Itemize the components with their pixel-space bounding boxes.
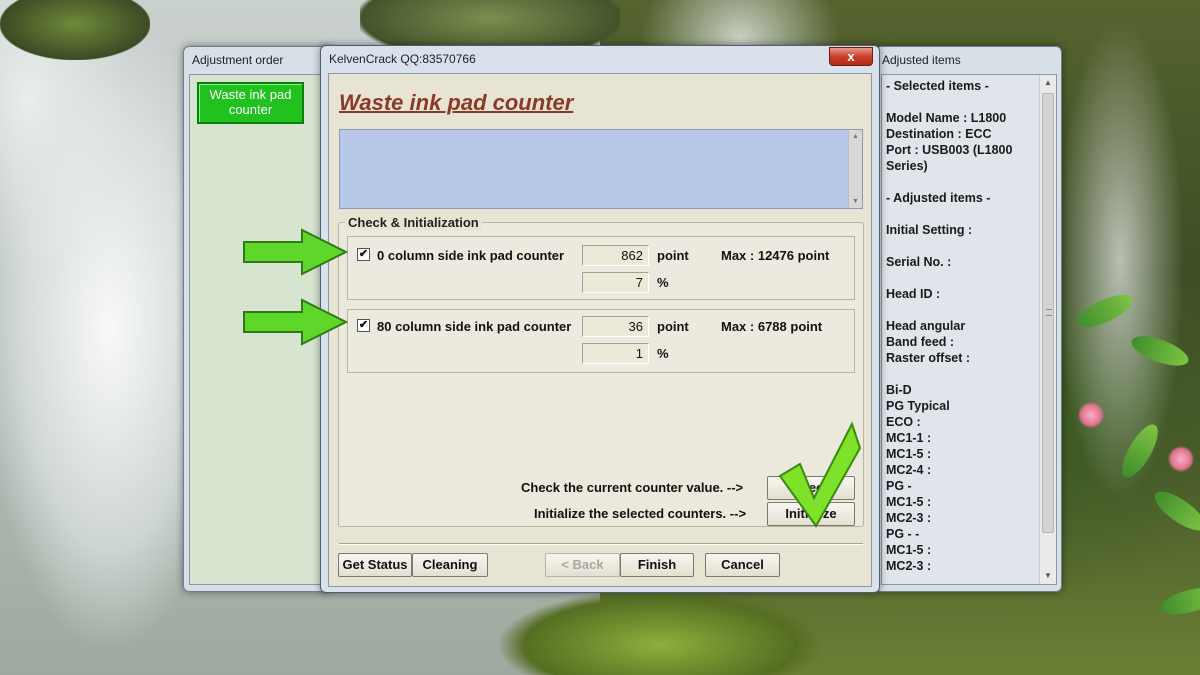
adjusted-item-line: Initial Setting : (886, 223, 973, 237)
wallpaper-flower (1078, 402, 1104, 428)
adjusted-item-line (886, 302, 1036, 318)
adjusted-item-line (886, 366, 1036, 382)
wallpaper-flower (1168, 446, 1194, 472)
scroll-down-icon[interactable]: ▼ (852, 198, 859, 205)
footer-separator (339, 543, 863, 545)
counter-1-point-unit: point (657, 319, 689, 334)
adjusted-item-line: - Selected items - (886, 79, 989, 93)
counter-0-percent-field: 7 (582, 272, 649, 293)
adjusted-item-line: MC1-5 : (886, 543, 932, 557)
vertical-scrollbar[interactable]: ▲ ▼ (1039, 75, 1056, 584)
adjusted-item-line (886, 94, 1036, 110)
adjusted-item-line (886, 206, 1036, 222)
adjustment-order-window: Adjustment order Waste ink pad counter (183, 46, 333, 592)
adjusted-item-line: Destination : ECC (886, 127, 992, 141)
main-window: KelvenCrack QQ:83570766 x Waste ink pad … (320, 45, 880, 593)
grip-icon (1046, 309, 1052, 316)
scroll-up-icon[interactable]: ▲ (1040, 75, 1056, 91)
adjusted-item-line: Model Name : L1800 (886, 111, 1007, 125)
wallpaper-rock (0, 0, 150, 60)
counter-1-percent-unit: % (657, 346, 669, 361)
counter-0-point-field: 862 (582, 245, 649, 266)
check-button[interactable]: Check (767, 476, 855, 500)
wallpaper-rock (500, 590, 820, 675)
adjusted-item-line: PG - (886, 479, 912, 493)
counter-1-max: Max : 6788 point (721, 319, 823, 334)
cancel-button[interactable]: Cancel (705, 553, 780, 577)
scroll-down-icon[interactable]: ▼ (1040, 568, 1056, 584)
counter-1-checkbox[interactable]: ✔ (357, 319, 370, 332)
adjusted-item-line: Bi-D (886, 383, 912, 397)
get-status-button[interactable]: Get Status (338, 553, 412, 577)
adjusted-item-line: PG Typical (886, 399, 950, 413)
adjusted-items-list: - Selected items - Model Name : L1800 Dest… (886, 78, 1036, 574)
adjusted-item-line: MC2-4 : (886, 463, 932, 477)
adjusted-item-line: MC1-5 : (886, 447, 932, 461)
counter-1-point-field: 36 (582, 316, 649, 337)
main-client-area: Waste ink pad counter ▲ ▼ Check & Initia… (328, 73, 872, 587)
check-hint: Check the current counter value. --> (521, 480, 744, 495)
window-title: KelvenCrack QQ:83570766 (329, 52, 476, 66)
finish-button[interactable]: Finish (620, 553, 694, 577)
counter-0-point-unit: point (657, 248, 689, 263)
message-scrollbar[interactable]: ▲ ▼ (848, 130, 862, 208)
adjusted-item-line: - Adjusted items - (886, 191, 991, 205)
counter-1-label: 80 column side ink pad counter (377, 319, 572, 334)
group-title: Check & Initialization (345, 215, 482, 230)
adjusted-item-line: MC2-3 : (886, 559, 932, 573)
adjusted-item-line: MC2-3 : (886, 511, 932, 525)
check-init-group: Check & Initialization ✔ 0 column side i… (338, 215, 864, 527)
adjusted-item-line: Series) (886, 159, 928, 173)
adjusted-item-line (886, 174, 1036, 190)
adjustment-order-panel: Waste ink pad counter (189, 74, 327, 585)
counter-row-1: ✔ 80 column side ink pad counter 36 poin… (347, 309, 855, 373)
back-button[interactable]: < Back (545, 553, 620, 577)
adjustment-item-waste-ink-pad[interactable]: Waste ink pad counter (197, 82, 304, 124)
adjusted-item-line (886, 270, 1036, 286)
adjusted-item-line: Serial No. : (886, 255, 952, 269)
scroll-up-icon[interactable]: ▲ (852, 133, 859, 140)
counter-row-0: ✔ 0 column side ink pad counter 862 poin… (347, 236, 855, 300)
adjusted-item-line: Band feed : (886, 335, 955, 349)
page-title: Waste ink pad counter (339, 90, 574, 115)
cleaning-button[interactable]: Cleaning (412, 553, 488, 577)
message-box: ▲ ▼ (339, 129, 863, 209)
adjusted-item-line: Head angular (886, 319, 966, 333)
adjusted-item-line: MC1-1 : (886, 431, 932, 445)
adjusted-item-line: ECO : (886, 415, 921, 429)
adjusted-items-window: Adjusted items - Selected items - Model N… (875, 46, 1062, 592)
initialize-hint: Initialize the selected counters. --> (534, 506, 747, 521)
adjusted-item-line (886, 238, 1036, 254)
counter-0-percent-unit: % (657, 275, 669, 290)
counter-0-checkbox[interactable]: ✔ (357, 248, 370, 261)
window-title: Adjustment order (192, 53, 284, 67)
adjusted-item-line: PG - - (886, 527, 920, 541)
counter-0-label: 0 column side ink pad counter (377, 248, 565, 263)
scroll-thumb[interactable] (1042, 93, 1054, 533)
adjusted-item-line: MC1-5 : (886, 495, 932, 509)
adjusted-items-panel: - Selected items - Model Name : L1800 Dest… (881, 74, 1057, 585)
adjusted-item-line: Port : USB003 (L1800 (886, 143, 1013, 157)
counter-1-percent-field: 1 (582, 343, 649, 364)
window-title: Adjusted items (882, 53, 961, 67)
adjusted-item-line: Head ID : (886, 287, 941, 301)
close-button[interactable]: x (829, 47, 873, 66)
counter-0-max: Max : 12476 point (721, 248, 830, 263)
adjusted-item-line: Raster offset : (886, 351, 971, 365)
initialize-button[interactable]: Initialize (767, 502, 855, 526)
